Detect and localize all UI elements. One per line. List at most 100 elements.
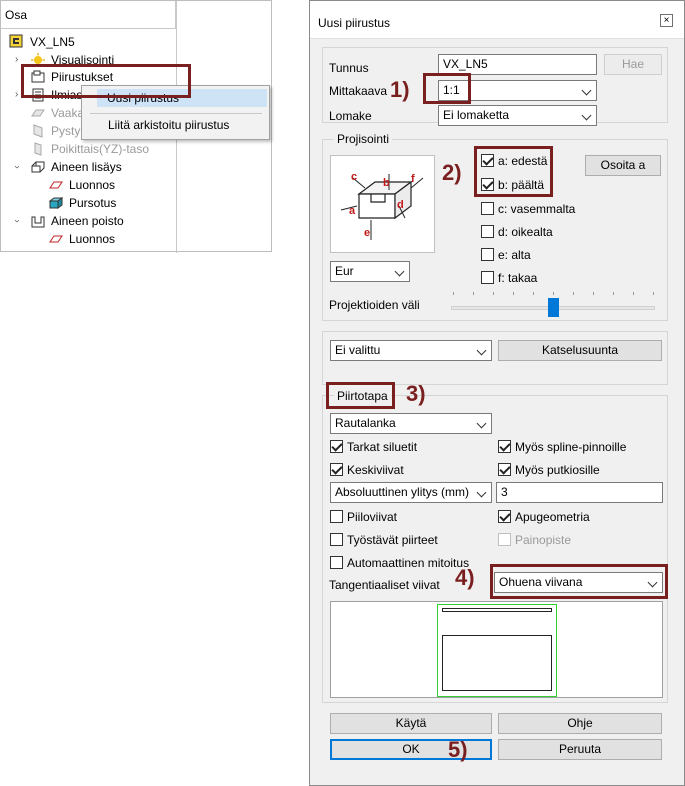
view-e-label: e: alta bbox=[498, 248, 531, 262]
part-icon bbox=[9, 34, 23, 48]
slider-tick bbox=[553, 292, 554, 295]
tree-item-label: Pysty bbox=[51, 124, 81, 138]
ohje-button[interactable]: Ohje bbox=[498, 713, 662, 734]
putkiosille-checkbox[interactable] bbox=[498, 463, 511, 476]
slider-tick bbox=[593, 292, 594, 295]
peruuta-button[interactable]: Peruuta bbox=[498, 739, 662, 760]
chevron-down-icon[interactable]: › bbox=[8, 219, 26, 222]
kayta-button[interactable]: Käytä bbox=[330, 713, 492, 734]
piiloviivat-label: Piiloviivat bbox=[347, 510, 398, 524]
annotation-marker-1: 1) bbox=[390, 77, 410, 102]
diagram-letter-d: d bbox=[397, 199, 404, 211]
preview-sheet bbox=[437, 604, 557, 697]
overlap-value-input[interactable]: 3 bbox=[496, 482, 663, 503]
lomake-value: Ei lomaketta bbox=[443, 108, 510, 122]
annotation-highlight-box bbox=[490, 564, 668, 599]
view-direction-select[interactable]: Ei valittu bbox=[330, 340, 492, 361]
chevron-down-icon[interactable]: › bbox=[8, 165, 26, 168]
tree-item-label: Luonnos bbox=[69, 178, 116, 192]
annotation-highlight-box bbox=[21, 64, 191, 98]
automaattinen-checkbox[interactable] bbox=[330, 556, 343, 569]
annotation-highlight-box bbox=[474, 146, 553, 197]
tarkat-siluetit-label: Tarkat siluetit bbox=[347, 440, 418, 454]
overlap-mode-value: Absoluuttinen ylitys (mm) bbox=[335, 485, 470, 499]
tree-item-label: Vaaka bbox=[51, 106, 85, 120]
chevron-right-icon[interactable]: › bbox=[15, 51, 18, 69]
dialog-title: Uusi piirustus bbox=[318, 16, 391, 30]
spline-checkbox[interactable] bbox=[498, 440, 511, 453]
painopiste-checkbox[interactable] bbox=[498, 533, 511, 546]
spacing-label: Projektioiden väli bbox=[329, 298, 420, 312]
diagram-letter-e: e bbox=[364, 227, 370, 239]
painopiste-label: Painopiste bbox=[515, 533, 572, 547]
lomake-label: Lomake bbox=[329, 109, 372, 123]
keskiviivat-checkbox[interactable] bbox=[330, 463, 343, 476]
slider-tick bbox=[613, 292, 614, 295]
tangent-label: Tangentiaaliset viivat bbox=[329, 578, 440, 592]
putkiosille-label: Myös putkiosille bbox=[515, 463, 600, 477]
chevron-down-icon bbox=[581, 110, 592, 121]
apugeometria-label: Apugeometria bbox=[515, 510, 590, 524]
tunnus-input[interactable]: VX_LN5 bbox=[438, 54, 597, 75]
chevron-down-icon bbox=[394, 266, 405, 277]
lomake-select[interactable]: Ei lomaketta bbox=[438, 105, 597, 126]
projection-cube-icon: a b c d e f bbox=[340, 171, 424, 240]
apugeometria-checkbox[interactable] bbox=[498, 510, 511, 523]
standard-value: Eur bbox=[335, 264, 354, 278]
slider-tick bbox=[453, 292, 454, 295]
spacing-slider-thumb[interactable] bbox=[547, 298, 559, 317]
tree-item-label: Pursotus bbox=[69, 196, 117, 210]
slider-tick bbox=[653, 292, 654, 295]
title-bar: Uusi piirustus × bbox=[310, 1, 684, 39]
standard-select[interactable]: Eur bbox=[330, 261, 410, 282]
view-c-checkbox[interactable] bbox=[481, 202, 494, 215]
chevron-right-icon[interactable]: › bbox=[15, 86, 18, 104]
annotation-highlight-box bbox=[326, 382, 395, 409]
katselusuunta-button[interactable]: Katselusuunta bbox=[498, 340, 662, 361]
automaattinen-label: Automaattinen mitoitus bbox=[347, 556, 470, 570]
overlap-mode-select[interactable]: Absoluuttinen ylitys (mm) bbox=[330, 482, 492, 503]
view-e-checkbox[interactable] bbox=[481, 248, 494, 261]
remove-material-icon bbox=[31, 216, 45, 228]
menu-item-attach-drawing[interactable]: Liitä arkistoitu piirustus bbox=[108, 118, 229, 132]
tree-item-label: Aineen poisto bbox=[51, 214, 124, 228]
preview-front-view bbox=[442, 635, 552, 691]
sketch-icon bbox=[49, 235, 63, 243]
view-c-label: c: vasemmalta bbox=[498, 202, 576, 216]
piiloviivat-checkbox[interactable] bbox=[330, 510, 343, 523]
annotation-marker-2: 2) bbox=[442, 160, 462, 185]
tree-item-label: Luonnos bbox=[69, 232, 116, 246]
view-f-label: f: takaa bbox=[498, 271, 538, 285]
drawing-mode-select[interactable]: Rautalanka bbox=[330, 413, 492, 434]
plane-icon bbox=[31, 109, 45, 117]
diagram-letter-b: b bbox=[383, 177, 390, 189]
projection-diagram: a b c d e f bbox=[330, 155, 435, 253]
slider-tick bbox=[633, 292, 634, 295]
tree-item-label: Poikittais(YZ)-taso bbox=[51, 142, 150, 156]
view-d-checkbox[interactable] bbox=[481, 225, 494, 238]
annotation-highlight-box bbox=[423, 73, 471, 104]
slider-tick bbox=[493, 292, 494, 295]
ok-button[interactable]: OK bbox=[330, 739, 492, 760]
plane-icon bbox=[33, 124, 43, 138]
osoita-button[interactable]: Osoita a bbox=[585, 155, 661, 176]
spline-label: Myös spline-pinnoille bbox=[515, 440, 627, 454]
view-direction-value: Ei valittu bbox=[335, 343, 381, 357]
drawing-mode-value: Rautalanka bbox=[335, 416, 396, 430]
sketch-icon bbox=[49, 181, 63, 189]
tyostavat-checkbox[interactable] bbox=[330, 533, 343, 546]
new-drawing-dialog: Uusi piirustus × Tunnus VX_LN5 Hae Mitta… bbox=[309, 0, 685, 786]
tree-item-label: Aineen lisäys bbox=[51, 160, 122, 174]
annotation-marker-4: 4) bbox=[455, 565, 475, 590]
view-f-checkbox[interactable] bbox=[481, 271, 494, 284]
preview-top-view bbox=[442, 608, 552, 612]
hae-button[interactable]: Hae bbox=[604, 54, 662, 75]
close-button[interactable]: × bbox=[660, 14, 673, 27]
add-material-icon bbox=[31, 161, 45, 173]
tarkat-siluetit-checkbox[interactable] bbox=[330, 440, 343, 453]
extrude-icon bbox=[49, 197, 63, 209]
plane-icon bbox=[34, 142, 42, 156]
tyostavat-label: Työstävät piirteet bbox=[347, 533, 438, 547]
annotation-marker-5: 5) bbox=[448, 737, 468, 762]
slider-tick bbox=[473, 292, 474, 295]
